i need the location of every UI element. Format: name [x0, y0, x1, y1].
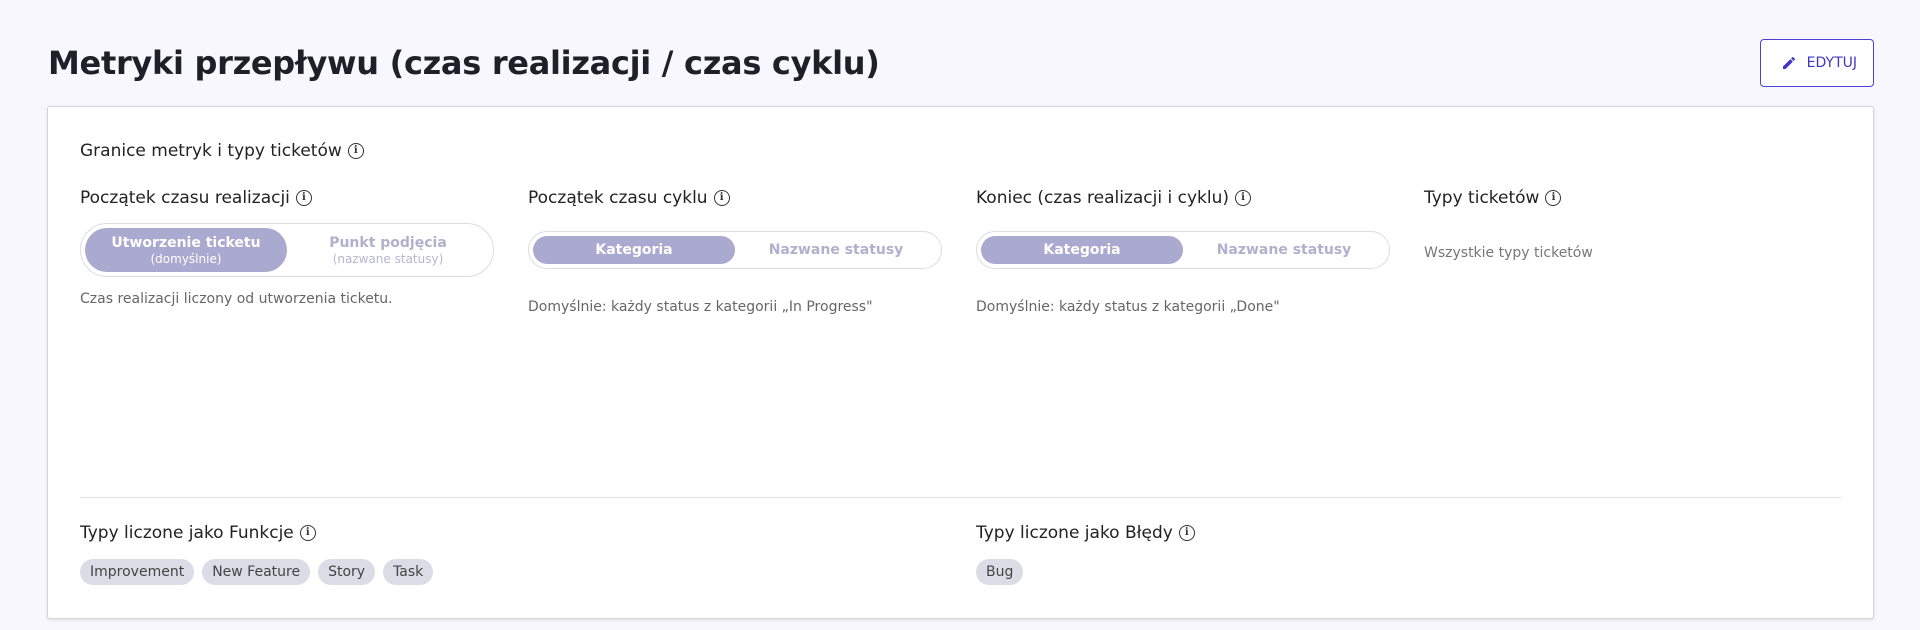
metrics-card: Granice metryk i typy ticketów i Począte… [47, 106, 1874, 619]
tag: New Feature [202, 559, 311, 585]
info-icon[interactable]: i [295, 190, 312, 206]
lead-time-start-label: Początek czasu realizacji i [80, 187, 500, 209]
page-title: Metryki przepływu (czas realizacji / cza… [48, 44, 880, 82]
bug-tags: Bug [976, 559, 1195, 585]
page-header: Metryki przepływu (czas realizacji / cza… [48, 38, 1874, 88]
info-icon[interactable]: i [347, 143, 364, 159]
divider [80, 497, 1841, 498]
info-icon[interactable]: i [1234, 190, 1251, 206]
ticket-types-value: Wszystkie typy ticketów [1424, 245, 1593, 261]
ticket-types-column: Typy ticketów i Wszystkie typy ticketów [1424, 187, 1824, 261]
feature-types-block: Typy liczone jako Funkcje i Improvement … [80, 523, 434, 585]
end-toggle: Kategoria Nazwane statusy [976, 231, 1390, 269]
cycle-time-start-description: Domyślnie: każdy status z kategorii „In … [528, 299, 873, 315]
lead-time-start-toggle: Utworzenie ticketu (domyślnie) Punkt pod… [80, 223, 494, 277]
toggle-option-named-statuses[interactable]: Nazwane statusy [1183, 236, 1385, 264]
cycle-time-start-column: Początek czasu cyklu i Kategoria Nazwane… [528, 187, 948, 315]
edit-button[interactable]: EDYTUJ [1759, 39, 1874, 87]
toggle-option-named-statuses[interactable]: Nazwane statusy [735, 236, 937, 264]
cycle-time-start-label: Początek czasu cyklu i [528, 187, 948, 209]
end-column: Koniec (czas realizacji i cyklu) i Kateg… [976, 187, 1396, 315]
info-icon[interactable]: i [1545, 190, 1562, 206]
lead-time-start-column: Początek czasu realizacji i Utworzenie t… [80, 187, 500, 307]
pencil-icon [1782, 56, 1795, 69]
cycle-time-start-toggle: Kategoria Nazwane statusy [528, 231, 942, 269]
section-title: Granice metryk i typy ticketów i [80, 141, 364, 161]
info-icon[interactable]: i [1178, 525, 1195, 541]
tag: Story [318, 559, 376, 585]
tag: Improvement [80, 559, 195, 585]
info-icon[interactable]: i [299, 525, 316, 541]
feature-types-label: Typy liczone jako Funkcje i [80, 523, 433, 543]
tag: Bug [976, 559, 1024, 585]
bug-types-label: Typy liczone jako Błędy i [976, 523, 1195, 543]
toggle-option-pickup-point[interactable]: Punkt podjęcia (nazwane statusy) [287, 228, 489, 272]
lead-time-start-description: Czas realizacji liczony od utworzenia ti… [80, 291, 393, 307]
bug-types-block: Typy liczone jako Błędy i Bug [976, 523, 1195, 585]
end-label: Koniec (czas realizacji i cyklu) i [976, 187, 1396, 209]
edit-button-label: EDYTUJ [1806, 55, 1857, 71]
feature-tags: Improvement New Feature Story Task [80, 559, 434, 585]
tag: Task [383, 559, 434, 585]
toggle-option-category[interactable]: Kategoria [981, 236, 1183, 264]
end-description: Domyślnie: każdy status z kategorii „Don… [976, 299, 1280, 315]
toggle-option-category[interactable]: Kategoria [533, 236, 735, 264]
info-icon[interactable]: i [713, 190, 730, 206]
ticket-types-label: Typy ticketów i [1424, 187, 1824, 209]
toggle-option-ticket-created[interactable]: Utworzenie ticketu (domyślnie) [85, 228, 287, 272]
